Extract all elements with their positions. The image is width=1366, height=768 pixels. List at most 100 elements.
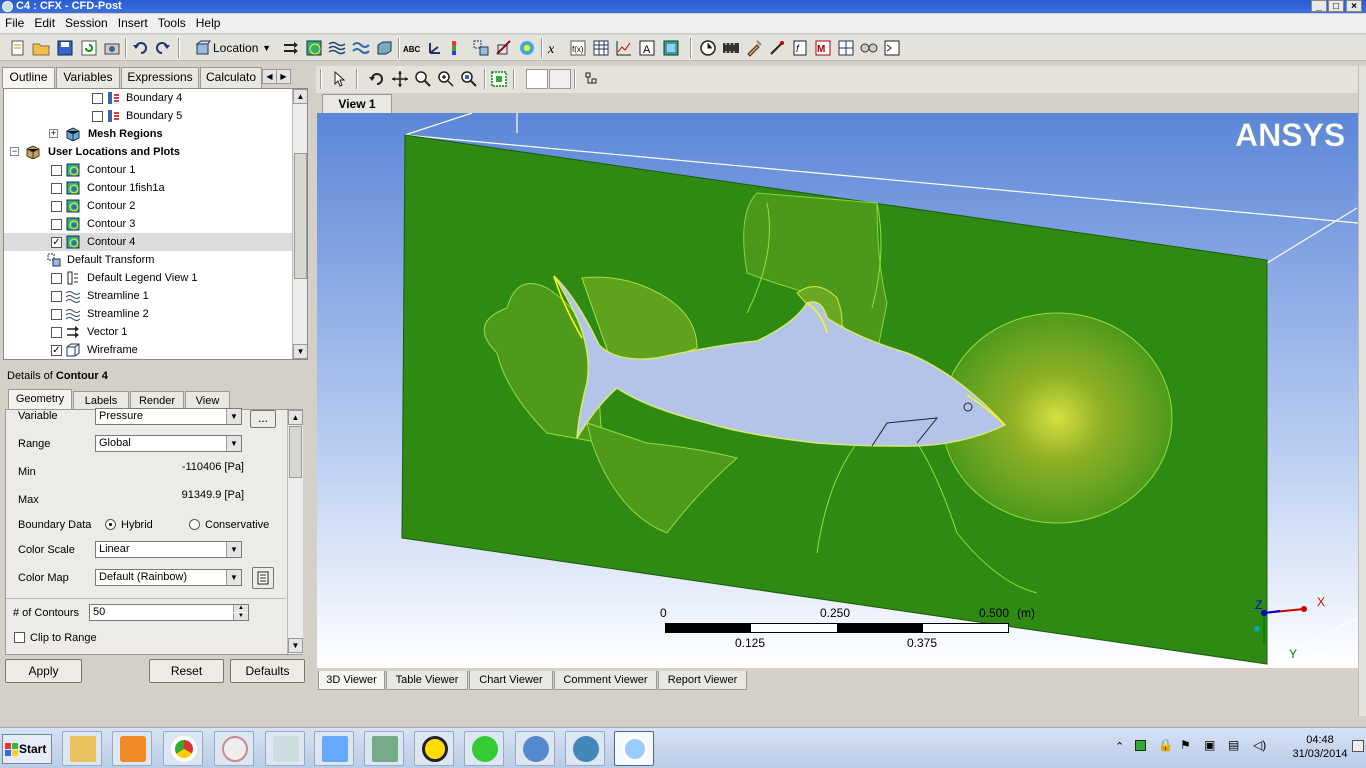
close-button[interactable]: × [1346, 0, 1362, 12]
viewer-options-icon[interactable] [582, 70, 600, 88]
comment-icon[interactable]: A [638, 39, 656, 57]
design-modeler-app[interactable] [464, 731, 504, 766]
ansys-workbench-app[interactable] [414, 731, 454, 766]
redo-icon[interactable] [154, 39, 172, 57]
coordinate-frame-icon[interactable] [426, 39, 444, 57]
open-icon[interactable] [32, 39, 50, 57]
tree-item-vector-1[interactable]: Vector 1 [4, 323, 292, 341]
case-comparison-icon[interactable] [860, 39, 878, 57]
color-scale-select[interactable]: Linear ▼ [95, 541, 242, 558]
tab-calculators[interactable]: Calculato [200, 67, 262, 88]
checkbox[interactable] [51, 291, 62, 302]
tab-report-viewer[interactable]: Report Viewer [658, 671, 747, 690]
collapse-icon[interactable]: − [10, 147, 19, 156]
system-monitor-app[interactable] [364, 731, 404, 766]
tree-item-streamline-1[interactable]: Streamline 1 [4, 287, 292, 305]
text-label-icon[interactable]: ABC [403, 39, 421, 57]
viewport-split-button[interactable] [549, 69, 571, 89]
chrome-app[interactable] [163, 731, 203, 766]
variables-icon[interactable]: x [546, 39, 564, 57]
tree-item-contour-1fish1a[interactable]: Contour 1fish1a [4, 179, 292, 197]
select-icon[interactable] [332, 70, 350, 88]
menu-tools[interactable]: Tools [153, 14, 191, 33]
conservative-radio[interactable] [189, 519, 200, 530]
clip-to-range-checkbox[interactable] [14, 632, 25, 643]
clock[interactable]: 04:48 31/03/2014 [1290, 733, 1350, 761]
scroll-thumb[interactable] [294, 153, 307, 279]
undo-icon[interactable] [131, 39, 149, 57]
legend-icon[interactable] [449, 39, 467, 57]
volume-icon[interactable]: ◁) [1253, 738, 1266, 752]
checkbox[interactable] [51, 219, 62, 230]
tree-item-contour-2[interactable]: Contour 2 [4, 197, 292, 215]
tree-item-streamline-2[interactable]: Streamline 2 [4, 305, 292, 323]
zoom-icon[interactable] [414, 70, 432, 88]
location-button[interactable]: Location ▼ [193, 38, 273, 58]
function-calculator-icon[interactable]: f [791, 39, 809, 57]
table-icon[interactable] [592, 39, 610, 57]
tree-item-boundary-5[interactable]: Boundary 5 [4, 107, 292, 125]
maximize-button[interactable]: □ [1328, 0, 1344, 12]
checkbox[interactable] [51, 201, 62, 212]
tree-item-contour-3[interactable]: Contour 3 [4, 215, 292, 233]
cfx-launcher-app[interactable] [515, 731, 555, 766]
chart-icon[interactable] [615, 39, 633, 57]
checkbox-checked[interactable]: ✓ [51, 345, 62, 356]
macro-calculator-icon[interactable]: M [814, 39, 832, 57]
checkbox[interactable] [92, 93, 103, 104]
cfd-post-app[interactable] [614, 731, 654, 766]
quick-editor-icon[interactable] [745, 39, 763, 57]
highlight-icon[interactable] [490, 70, 508, 88]
details-scrollbar[interactable]: ▲ ▼ [287, 410, 303, 654]
tab-comment-viewer[interactable]: Comment Viewer [554, 671, 657, 690]
tray-app-icon[interactable] [1135, 740, 1146, 751]
lock-icon[interactable]: 🔒 [1158, 738, 1173, 752]
scroll-down-icon[interactable]: ▼ [288, 638, 303, 653]
tab-variables[interactable]: Variables [56, 67, 120, 88]
network-icon[interactable]: ▤ [1228, 738, 1239, 752]
remote-desktop-app[interactable] [314, 731, 354, 766]
variable-select[interactable]: Pressure ▼ [95, 408, 242, 425]
tab-expressions[interactable]: Expressions [121, 67, 199, 88]
scroll-down-icon[interactable]: ▼ [293, 344, 307, 359]
tab-3d-viewer[interactable]: 3D Viewer [318, 671, 385, 690]
rotate-icon[interactable] [368, 70, 386, 88]
tab-scroll-left[interactable]: ◀ [262, 69, 277, 84]
show-desktop-icon[interactable] [1352, 740, 1364, 752]
tree-item-mesh-regions[interactable]: + Mesh Regions [4, 125, 292, 143]
increment-icon[interactable]: ▲ [233, 605, 248, 612]
tree-item-user-locations[interactable]: − User Locations and Plots [4, 143, 292, 161]
menu-session[interactable]: Session [60, 14, 113, 33]
tab-chart-viewer[interactable]: Chart Viewer [469, 671, 553, 690]
tab-table-viewer[interactable]: Table Viewer [386, 671, 468, 690]
expression-icon[interactable]: f(x) [569, 39, 587, 57]
command-editor-icon[interactable] [883, 39, 901, 57]
hybrid-radio[interactable] [105, 519, 116, 530]
flag-icon[interactable]: ⚑ [1180, 738, 1191, 752]
volume-rendering-icon[interactable] [375, 39, 393, 57]
checkbox-checked[interactable]: ✓ [51, 237, 62, 248]
save-icon[interactable] [56, 39, 74, 57]
expand-icon[interactable]: + [49, 129, 58, 138]
checkbox[interactable] [51, 327, 62, 338]
checkbox[interactable] [51, 309, 62, 320]
tree-item-default-legend[interactable]: Default Legend View 1 [4, 269, 292, 287]
checkbox[interactable] [51, 183, 62, 194]
tray-expand-icon[interactable]: ⌃ [1115, 740, 1124, 753]
3d-viewport[interactable]: ANSYS 0 0.250 0.500 (m) 0.125 0.375 Z X … [317, 113, 1358, 668]
color-map-select[interactable]: Default (Rainbow) ▼ [95, 569, 242, 586]
explorer-app[interactable] [62, 731, 102, 766]
tree-item-default-transform[interactable]: Default Transform [4, 251, 292, 269]
tree-scrollbar[interactable]: ▲ ▼ [292, 89, 307, 359]
tree-item-contour-1[interactable]: Contour 1 [4, 161, 292, 179]
contour-icon[interactable] [305, 39, 323, 57]
menu-file[interactable]: File [0, 14, 29, 33]
screenshot-icon[interactable] [103, 39, 121, 57]
menu-help[interactable]: Help [191, 14, 226, 33]
streamline-icon[interactable] [328, 39, 346, 57]
menu-insert[interactable]: Insert [113, 14, 153, 33]
pan-icon[interactable] [391, 70, 409, 88]
cfx-solver-app[interactable] [565, 731, 605, 766]
minimize-button[interactable]: _ [1311, 0, 1327, 12]
device-icon[interactable]: ▣ [1204, 738, 1215, 752]
